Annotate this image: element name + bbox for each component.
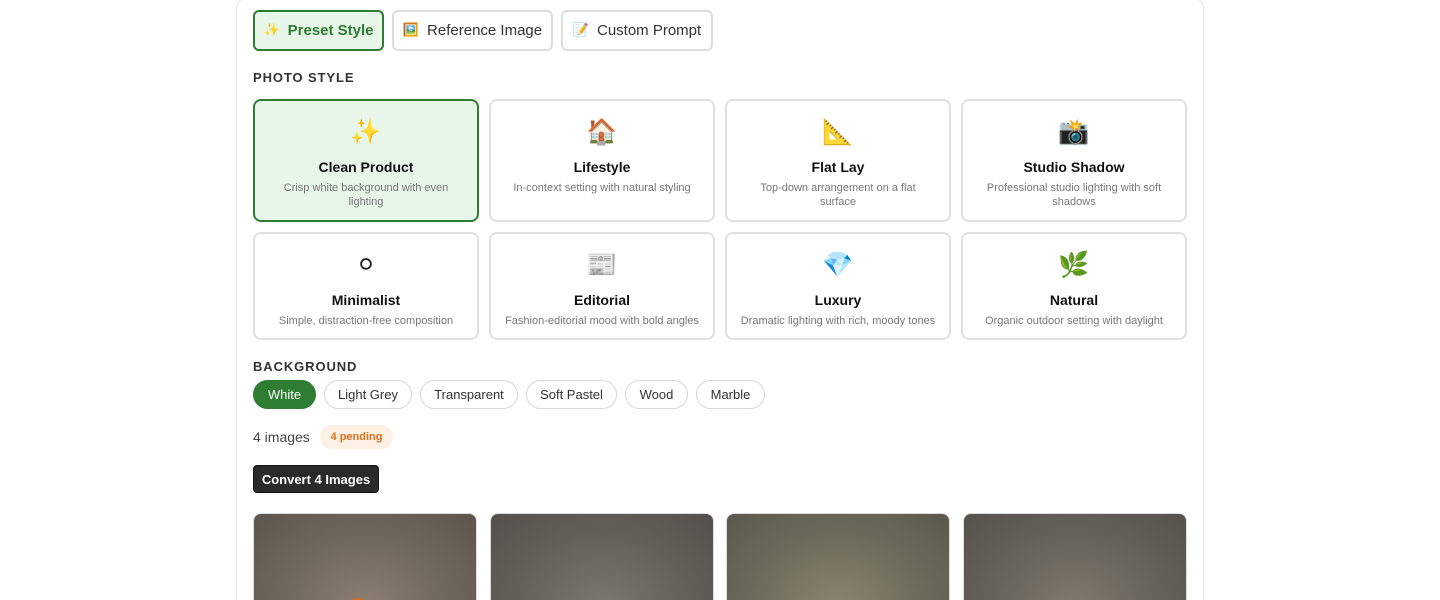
camera-flash-icon: 📸 [1058,117,1090,146]
tab-label: Preset Style [287,22,374,39]
white-circle-icon: ⚪ [355,250,377,279]
style-card-title: Luxury [814,292,862,308]
background-chip-white[interactable]: White [253,380,316,409]
style-card-title: Lifestyle [573,159,631,175]
herb-icon: 🌿 [1058,250,1090,279]
style-card-description: Fashion-editorial mood with bold angles [505,315,699,327]
style-card-editorial[interactable]: 📰 Editorial Fashion-editorial mood with … [489,232,715,340]
image-thumbnail[interactable] [726,513,950,600]
newspaper-icon: 📰 [586,250,618,279]
style-card-title: Editorial [573,292,630,308]
background-chip-light-grey[interactable]: Light Grey [324,380,412,409]
style-card-flat-lay[interactable]: 📐 Flat Lay Top-down arrangement on a fla… [725,99,951,222]
triangular-ruler-icon: 📐 [822,117,854,146]
style-card-description: Top-down arrangement on a flat surface [760,182,916,208]
image-thumbnail[interactable] [253,513,477,600]
pending-badge: 4 pending [320,425,393,449]
style-card-description: Simple, distraction-free composition [278,315,454,327]
background-chip-wood[interactable]: Wood [625,380,688,409]
style-card-description: In-context setting with natural styling [513,182,691,194]
style-card-clean-product[interactable]: ✨ Clean Product Crisp white background w… [253,99,479,222]
style-card-description: Organic outdoor setting with daylight [985,315,1163,327]
background-chip-soft-pastel[interactable]: Soft Pastel [526,380,617,409]
tab-label: Reference Image [427,22,543,39]
style-card-description: Crisp white background with even lightin… [283,182,449,208]
image-count: 4 images [253,429,310,445]
style-card-studio-shadow[interactable]: 📸 Studio Shadow Professional studio ligh… [961,99,1187,222]
tab-preset-style[interactable]: ✨ Preset Style [253,10,384,51]
tab-label: Custom Prompt [596,22,702,39]
background-chip-marble[interactable]: Marble [696,380,765,409]
tab-reference-image[interactable]: 🖼️ Reference Image [392,10,553,51]
image-thumbnail[interactable] [963,513,1187,600]
tab-custom-prompt[interactable]: 📝 Custom Prompt [561,10,713,51]
style-card-title: Flat Lay [811,159,865,175]
style-card-description: Dramatic lighting with rich, moody tones [740,315,936,327]
style-card-minimalist[interactable]: ⚪ Minimalist Simple, distraction-free co… [253,232,479,340]
style-card-title: Natural [1049,292,1099,308]
framed-picture-icon: 🖼️ [402,23,420,38]
style-card-natural[interactable]: 🌿 Natural Organic outdoor setting with d… [961,232,1187,340]
sparkles-icon: ✨ [350,117,382,146]
style-card-title: Clean Product [318,159,414,175]
style-card-lifestyle[interactable]: 🏠 Lifestyle In-context setting with natu… [489,99,715,222]
gem-icon: 💎 [822,250,854,279]
background-heading: BACKGROUND [253,359,358,374]
style-card-title: Studio Shadow [1023,159,1125,175]
memo-icon: 📝 [572,23,589,38]
style-card-luxury[interactable]: 💎 Luxury Dramatic lighting with rich, mo… [725,232,951,340]
image-thumbnail[interactable] [490,513,714,600]
convert-button[interactable]: Convert 4 Images [253,465,379,493]
style-card-title: Minimalist [331,292,401,308]
style-card-description: Professional studio lighting with soft s… [986,182,1162,208]
house-icon: 🏠 [586,117,618,146]
sparkles-icon: ✨ [263,23,280,38]
background-chip-transparent[interactable]: Transparent [420,380,518,409]
photo-style-heading: PHOTO STYLE [253,70,355,85]
